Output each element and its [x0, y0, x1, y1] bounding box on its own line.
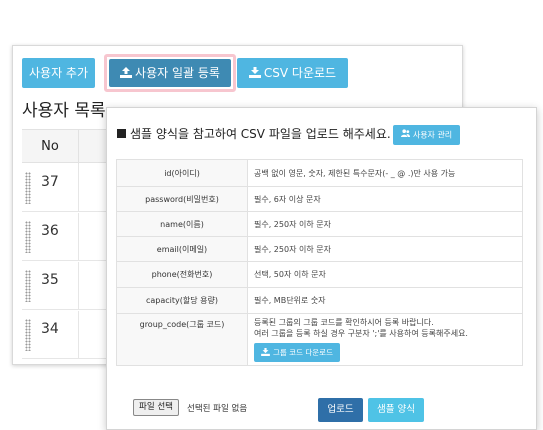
spec-desc-group: 등록된 그룹의 그룹 코드를 확인하시어 등록 바랍니다. 여러 그룹을 등록 …: [247, 313, 523, 366]
spec-row: id(아이디) 공백 없이 영문, 숫자, 제한된 특수문자(- _ @ .)만…: [116, 159, 523, 187]
user-icon: [400, 125, 410, 145]
drag-handle-icon[interactable]: [25, 172, 31, 204]
upload-icon: [120, 60, 133, 88]
user-management-button[interactable]: 사용자 관리: [393, 125, 460, 145]
download-icon: [248, 59, 261, 89]
csv-download-button[interactable]: CSV 다운로드: [237, 58, 348, 88]
bulk-register-label: 사용자 일괄 등록: [135, 66, 220, 80]
csv-upload-panel: 샘플 양식을 참고하여 CSV 파일을 업로드 해주세요. 사용자 관리 id(…: [106, 107, 537, 430]
spec-row: group_code(그룹 코드) 등록된 그룹의 그룹 코드를 확인하시어 등…: [116, 313, 523, 366]
bulk-register-button[interactable]: 사용자 일괄 등록: [109, 59, 231, 87]
csv-download-label: CSV 다운로드: [263, 66, 337, 80]
spec-row: phone(전화번호) 선택, 50자 이하 문자: [116, 261, 523, 288]
spec-desc-2: 여러 그룹을 등록 하실 경우 구분자 ';'를 사용하여 등록해주세요.: [254, 329, 468, 338]
spec-desc: 필수, 6자 이상 문자: [247, 186, 523, 212]
group-code-download-label: 그룹 코드 다운로드: [273, 348, 333, 357]
spec-row: email(이메일) 필수, 250자 이하 문자: [116, 236, 523, 262]
spec-key: email(이메일): [116, 236, 248, 262]
row-number: 37: [41, 174, 59, 190]
upload-notice: 샘플 양식을 참고하여 CSV 파일을 업로드 해주세요.: [117, 125, 391, 142]
page-title: 사용자 목록: [22, 101, 106, 121]
drag-handle-icon[interactable]: [25, 221, 31, 253]
spec-desc: 등록된 그룹의 그룹 코드를 확인하시어 등록 바랍니다.: [254, 318, 434, 327]
spec-row: password(비밀번호) 필수, 6자 이상 문자: [116, 186, 523, 212]
row-number: 35: [41, 272, 59, 288]
spec-row: capacity(할당 용량) 필수, MB단위로 숫자: [116, 287, 523, 314]
spec-desc: 필수, 250자 이하 문자: [247, 236, 523, 262]
spec-key: group_code(그룹 코드): [116, 313, 248, 366]
spec-desc: 필수, MB단위로 숫자: [247, 287, 523, 314]
upload-button[interactable]: 업로드: [318, 398, 363, 422]
row-number: 36: [41, 223, 59, 239]
spec-row: name(이름) 필수, 250자 이하 문자: [116, 211, 523, 237]
spec-desc: 필수, 250자 이하 문자: [247, 211, 523, 237]
drag-handle-icon[interactable]: [25, 319, 31, 351]
spec-key: password(비밀번호): [116, 186, 248, 212]
square-bullet-icon: [117, 129, 126, 138]
spec-desc: 공백 없이 영문, 숫자, 제한된 특수문자(- _ @ .)만 사용 가능: [247, 159, 523, 187]
spec-key: name(이름): [116, 211, 248, 237]
sample-form-button[interactable]: 샘플 양식: [368, 398, 424, 422]
add-user-button[interactable]: 사용자 추가: [22, 58, 95, 88]
group-code-download-button[interactable]: 그룹 코드 다운로드: [254, 343, 340, 362]
spec-key: capacity(할당 용량): [116, 287, 248, 314]
upload-notice-text: 샘플 양식을 참고하여 CSV 파일을 업로드 해주세요.: [130, 127, 391, 141]
file-choose-button[interactable]: 파일 선택: [133, 399, 179, 416]
bulk-register-highlight: 사용자 일괄 등록: [104, 54, 236, 92]
spec-desc: 선택, 50자 이하 문자: [247, 261, 523, 288]
file-status-text: 선택된 파일 없음: [187, 404, 248, 414]
drag-handle-icon[interactable]: [25, 270, 31, 302]
row-number: 34: [41, 321, 59, 337]
download-icon: [261, 344, 270, 363]
spec-key: phone(전화번호): [116, 261, 248, 288]
user-management-label: 사용자 관리: [412, 130, 453, 140]
csv-field-spec-table: id(아이디) 공백 없이 영문, 숫자, 제한된 특수문자(- _ @ .)만…: [116, 159, 523, 366]
column-header-no[interactable]: No: [22, 130, 79, 164]
spec-key: id(아이디): [116, 159, 248, 187]
